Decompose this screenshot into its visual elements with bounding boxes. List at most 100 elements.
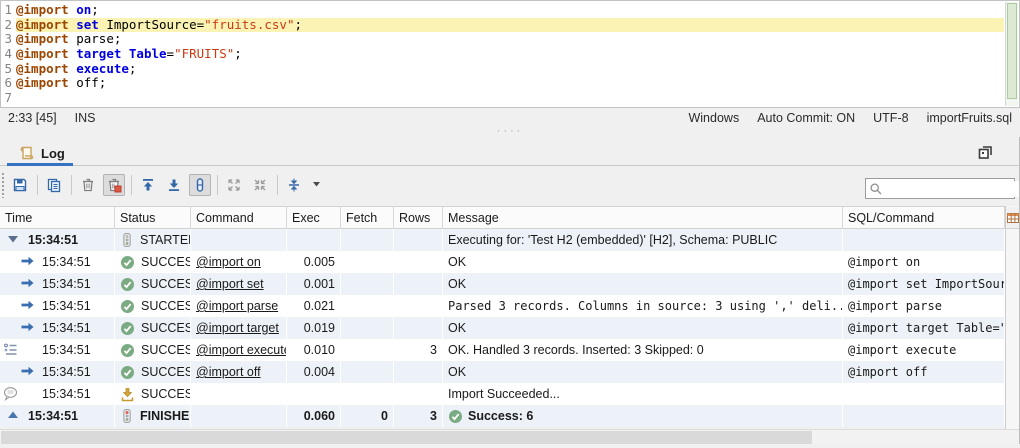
- toolbar-separator: [131, 175, 132, 195]
- search-input[interactable]: [885, 181, 1020, 197]
- log-row[interactable]: 15:34:51SUCCESS@import target0.019OK@imp…: [0, 317, 1005, 339]
- table-config-button[interactable]: [1005, 207, 1019, 229]
- editor-scrollbar-thumb[interactable]: [1007, 3, 1017, 99]
- log-table: TimeStatusCommandExecFetchRowsMessageSQL…: [0, 206, 1005, 427]
- save-icon: [12, 177, 28, 193]
- editor-lines[interactable]: 1@import on;2@import set ImportSource="f…: [2, 3, 1004, 106]
- log-row[interactable]: 15:34:51STARTEDExecuting for: 'Test H2 (…: [0, 229, 1005, 251]
- editor-line[interactable]: 6@import off;: [2, 76, 1004, 91]
- log-search-box[interactable]: [865, 178, 1015, 199]
- editor-scrollbar[interactable]: [1005, 2, 1018, 106]
- log-tabbar: Log: [0, 137, 1020, 166]
- tab-log-label: Log: [41, 146, 65, 161]
- command-link[interactable]: @import set: [196, 277, 264, 291]
- row-fetch: [341, 229, 394, 251]
- command-link[interactable]: @import on: [196, 255, 261, 269]
- column-header-exec[interactable]: Exec: [287, 207, 341, 228]
- check-success-icon: [120, 365, 135, 380]
- vertical-scrollbar[interactable]: [1005, 206, 1019, 429]
- row-exec: [287, 383, 341, 405]
- row-message: Parsed 3 records. Columns in source: 3 u…: [448, 299, 843, 313]
- column-header-status[interactable]: Status: [115, 207, 191, 228]
- scroll-lock-button[interactable]: [189, 174, 211, 196]
- code-text[interactable]: [16, 91, 1004, 106]
- expand-all-button[interactable]: [223, 174, 245, 196]
- collapse-all-button[interactable]: [249, 174, 271, 196]
- row-message: OK: [448, 255, 466, 269]
- fit-rows-button[interactable]: [283, 174, 305, 196]
- delete-button[interactable]: [77, 174, 99, 196]
- arrow-right-icon: [20, 254, 35, 268]
- row-status: SUCCESS: [141, 343, 191, 357]
- horizontal-scrollbar[interactable]: [0, 429, 1019, 444]
- log-row[interactable]: 15:34:51FINISHED0.06003Success: 6: [0, 405, 1005, 427]
- editor-line[interactable]: 7: [2, 91, 1004, 106]
- save-button[interactable]: [9, 174, 31, 196]
- editor-line[interactable]: 3@import parse;: [2, 32, 1004, 47]
- log-row[interactable]: 15:34:51SUCCESS@import set0.001OK@import…: [0, 273, 1005, 295]
- search-icon: [869, 182, 883, 196]
- row-time: 15:34:51: [42, 321, 91, 335]
- row-time: 15:34:51: [42, 387, 91, 401]
- toolbar-drag-handle[interactable]: [1, 172, 6, 198]
- copy-button[interactable]: [43, 174, 65, 196]
- clear-log-button[interactable]: [103, 174, 125, 196]
- log-table-rows: 15:34:51STARTEDExecuting for: 'Test H2 (…: [0, 229, 1005, 427]
- line-endings[interactable]: Windows: [688, 111, 739, 125]
- encoding[interactable]: UTF-8: [873, 111, 908, 125]
- row-sql: @import set ImportSourc: [843, 273, 1005, 295]
- log-row[interactable]: 15:34:51SUCCESSImport Succeeded...: [0, 383, 1005, 405]
- column-header-fetch[interactable]: Fetch: [341, 207, 394, 228]
- scroll-bottom-button[interactable]: [163, 174, 185, 196]
- editor-line[interactable]: 1@import on;: [2, 3, 1004, 18]
- sql-editor[interactable]: 1@import on;2@import set ImportSource="f…: [0, 0, 1020, 108]
- row-sql: @import execute: [843, 339, 1005, 361]
- dropdown-caret-icon[interactable]: [313, 182, 320, 187]
- log-row[interactable]: 15:34:51SUCCESS@import off0.004OK@import…: [0, 361, 1005, 383]
- panel-splitter[interactable]: ····: [0, 127, 1020, 137]
- command-link[interactable]: @import parse: [196, 299, 278, 313]
- command-link[interactable]: @import off: [196, 365, 261, 379]
- row-rows: [394, 317, 443, 339]
- column-header-sql-command[interactable]: SQL/Command: [843, 207, 1005, 228]
- scroll-top-button[interactable]: [137, 174, 159, 196]
- row-status: SUCCESS: [141, 277, 191, 291]
- import-file-icon: [120, 387, 135, 402]
- row-time: 15:34:51: [42, 277, 91, 291]
- code-text[interactable]: @import set ImportSource="fruits.csv";: [16, 18, 1004, 33]
- code-text[interactable]: @import target Table="FRUITS";: [16, 47, 1004, 62]
- row-sql: [843, 229, 1005, 251]
- row-status: SUCCESS: [141, 365, 191, 379]
- code-text[interactable]: @import off;: [16, 76, 1004, 91]
- log-row[interactable]: 15:34:51SUCCESS@import on0.005OK@import …: [0, 251, 1005, 273]
- editor-line[interactable]: 4@import target Table="FRUITS";: [2, 47, 1004, 62]
- maximize-panel-button[interactable]: [975, 142, 995, 162]
- editor-line[interactable]: 5@import execute;: [2, 62, 1004, 77]
- log-row[interactable]: 15:34:51SUCCESS@import execute0.0103OK. …: [0, 339, 1005, 361]
- code-text[interactable]: @import parse;: [16, 32, 1004, 47]
- log-table-header: TimeStatusCommandExecFetchRowsMessageSQL…: [0, 206, 1005, 229]
- column-header-message[interactable]: Message: [443, 207, 843, 228]
- row-time: 15:34:51: [42, 255, 91, 269]
- insert-mode: INS: [75, 111, 96, 125]
- log-row[interactable]: 15:34:51SUCCESS@import parse0.021Parsed …: [0, 295, 1005, 317]
- column-header-time[interactable]: Time: [0, 207, 115, 228]
- column-header-command[interactable]: Command: [191, 207, 287, 228]
- row-time: 15:34:51: [42, 343, 91, 357]
- command-link[interactable]: @import target: [196, 321, 279, 335]
- column-header-rows[interactable]: Rows: [394, 207, 443, 228]
- code-text[interactable]: @import execute;: [16, 62, 1004, 77]
- command-link[interactable]: @import execute: [196, 343, 287, 357]
- editor-line[interactable]: 2@import set ImportSource="fruits.csv";: [2, 18, 1004, 33]
- row-time: 15:34:51: [42, 299, 91, 313]
- scroll-lock-icon: [192, 177, 208, 193]
- row-rows: [394, 229, 443, 251]
- expand-all-icon: [226, 177, 242, 193]
- toolbar-separator: [71, 175, 72, 195]
- code-text[interactable]: @import on;: [16, 3, 1004, 18]
- row-status: SUCCESS: [141, 321, 191, 335]
- row-fetch: [341, 273, 394, 295]
- horizontal-scrollbar-thumb[interactable]: [1, 431, 812, 444]
- row-status: SUCCESS: [141, 299, 191, 313]
- autocommit-toggle[interactable]: Auto Commit: ON: [757, 111, 855, 125]
